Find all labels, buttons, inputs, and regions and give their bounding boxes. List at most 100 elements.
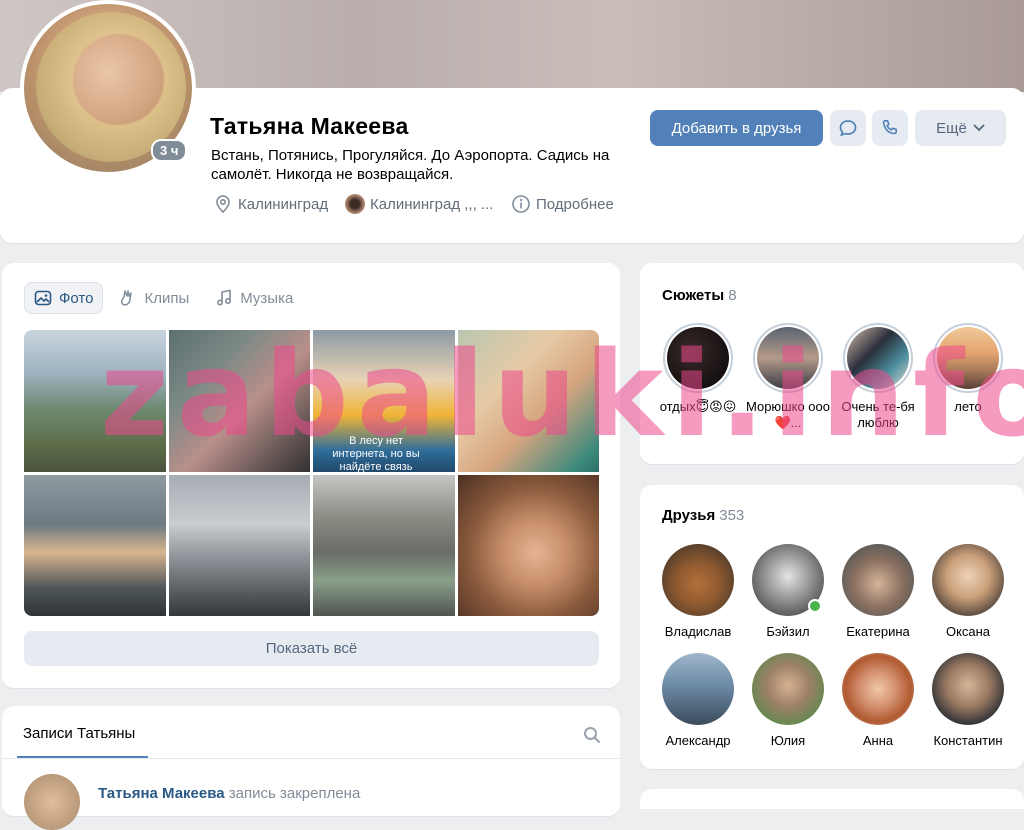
- story-item[interactable]: отдых😇😡😖: [653, 323, 743, 415]
- friend-avatar: [842, 544, 914, 616]
- wall-panel: Записи Татьяны Татьяна Макеева запись за…: [2, 706, 620, 830]
- friend-name: Анна: [862, 733, 894, 748]
- friend-avatar: [752, 544, 824, 616]
- friend-name: Владислав: [664, 624, 732, 639]
- friend-item[interactable]: Владислав: [653, 544, 743, 639]
- info-icon: [512, 195, 530, 213]
- message-icon: [839, 120, 857, 137]
- wall-tab[interactable]: Записи Татьяны: [23, 725, 135, 742]
- clips-icon: [121, 290, 133, 306]
- friend-name: Оксана: [945, 624, 991, 639]
- divider: [2, 758, 620, 759]
- photo-grid: В лесу нет интернета, но вы найдёте связ…: [24, 330, 599, 616]
- friend-name: Бэйзил: [766, 624, 810, 639]
- call-button[interactable]: [872, 110, 908, 146]
- friend-name: Александр: [665, 733, 731, 748]
- online-indicator: [808, 599, 822, 613]
- profile-status: Встань, Потянись, Прогуляйся. До Аэропор…: [211, 147, 610, 183]
- story-cover: [937, 327, 999, 389]
- photo-thumbnail[interactable]: [24, 330, 166, 472]
- tab-photos[interactable]: Фото: [24, 282, 104, 314]
- tab-music-label: Музыка: [240, 289, 294, 307]
- tab-music[interactable]: Музыка: [205, 282, 303, 314]
- school-avatar-icon: [345, 194, 365, 214]
- post-pinned-note: запись закреплена: [228, 785, 361, 802]
- details-label: Подробнее: [536, 195, 614, 213]
- school-label: Калининград ,,, ...: [370, 195, 494, 213]
- location-info[interactable]: Калининград: [213, 194, 328, 214]
- friend-avatar: [662, 544, 734, 616]
- photo-thumbnail[interactable]: [24, 474, 166, 616]
- post-avatar[interactable]: [24, 774, 80, 830]
- friend-name: Юлия: [770, 733, 806, 748]
- friend-item[interactable]: Оксана: [923, 544, 1013, 639]
- stories-count: 8: [728, 287, 737, 304]
- story-ring: [663, 323, 733, 393]
- friends-count: 353: [719, 507, 745, 524]
- friend-avatar: [842, 653, 914, 725]
- location-label: Калининград: [238, 195, 329, 213]
- next-card: [640, 789, 1024, 809]
- stories-title[interactable]: Сюжеты 8: [662, 287, 737, 304]
- photo-overlay-text: В лесу нет интернета, но вы найдёте связ…: [332, 435, 420, 473]
- story-label: Морюшко ооо❤️...: [746, 399, 830, 430]
- stories-panel: Сюжеты 8 отдых😇😡😖 Морюшко ооо❤️... Очень …: [640, 263, 1024, 464]
- story-ring: [753, 323, 823, 393]
- friend-item[interactable]: Константин: [923, 653, 1013, 748]
- friend-name: Екатерина: [846, 624, 910, 639]
- story-cover: [757, 327, 819, 389]
- story-cover: [667, 327, 729, 389]
- friend-item[interactable]: Екатерина: [833, 544, 923, 639]
- photo-thumbnail[interactable]: [313, 474, 455, 616]
- tab-clips-label: Клипы: [144, 289, 190, 307]
- stories-title-label: Сюжеты: [662, 287, 725, 304]
- more-button[interactable]: Ещё: [915, 110, 1006, 146]
- friends-title-label: Друзья: [662, 507, 716, 524]
- add-friend-button[interactable]: Добавить в друзья: [650, 110, 823, 146]
- photo-thumbnail[interactable]: [457, 474, 599, 616]
- post-author[interactable]: Татьяна Макеева: [98, 785, 225, 802]
- school-info[interactable]: Калининград ,,, ...: [345, 194, 493, 214]
- photo-thumbnail[interactable]: [457, 330, 599, 472]
- more-label: Ещё: [936, 119, 967, 137]
- photo-thumbnail[interactable]: В лесу нет интернета, но вы найдёте связ…: [313, 330, 455, 473]
- media-tabs: Фото Клипы Музыка: [24, 282, 303, 314]
- show-all-button[interactable]: Показать всё: [24, 631, 599, 666]
- search-icon[interactable]: [583, 726, 601, 744]
- photo-thumbnail[interactable]: [168, 474, 310, 616]
- friend-item[interactable]: Александр: [653, 653, 743, 748]
- friend-avatar: [932, 544, 1004, 616]
- friend-name: Константин: [933, 733, 1003, 748]
- tab-photos-label: Фото: [59, 289, 94, 307]
- friend-avatar: [662, 653, 734, 725]
- story-item[interactable]: Очень те-бя люблю: [833, 323, 923, 431]
- story-item[interactable]: лето: [923, 323, 1013, 415]
- story-item[interactable]: Морюшко ооо❤️...: [743, 323, 833, 431]
- story-label: отдых😇😡😖: [659, 399, 737, 414]
- media-panel: Фото Клипы Музыка В лесу нет интернета, …: [2, 263, 620, 688]
- friend-avatar: [752, 653, 824, 725]
- friend-item[interactable]: Бэйзил: [743, 544, 833, 639]
- last-seen-badge: 3 ч: [151, 139, 188, 162]
- profile-name: Татьяна Макеева: [210, 113, 409, 139]
- story-ring: [843, 323, 913, 393]
- post-header: Татьяна Макеева запись закреплена: [98, 785, 360, 802]
- friend-item[interactable]: Анна: [833, 653, 923, 748]
- chevron-down-icon: [973, 124, 985, 132]
- story-label: лето: [954, 399, 982, 414]
- location-pin-icon: [216, 195, 230, 214]
- photo-icon: [34, 290, 52, 306]
- story-label: Очень те-бя люблю: [841, 399, 915, 430]
- music-icon: [217, 289, 232, 306]
- friend-item[interactable]: Юлия: [743, 653, 833, 748]
- story-ring: [933, 323, 1003, 393]
- details-link[interactable]: Подробнее: [511, 194, 614, 214]
- friends-panel: Друзья 353 Владислав Бэйзил Екатерина Окс…: [640, 485, 1024, 769]
- phone-icon: [882, 120, 897, 135]
- photo-thumbnail[interactable]: [168, 330, 310, 472]
- friend-avatar: [932, 653, 1004, 725]
- tab-clips[interactable]: Клипы: [109, 282, 199, 314]
- message-button[interactable]: [830, 110, 866, 146]
- friends-title[interactable]: Друзья 353: [662, 507, 744, 524]
- story-cover: [847, 327, 909, 389]
